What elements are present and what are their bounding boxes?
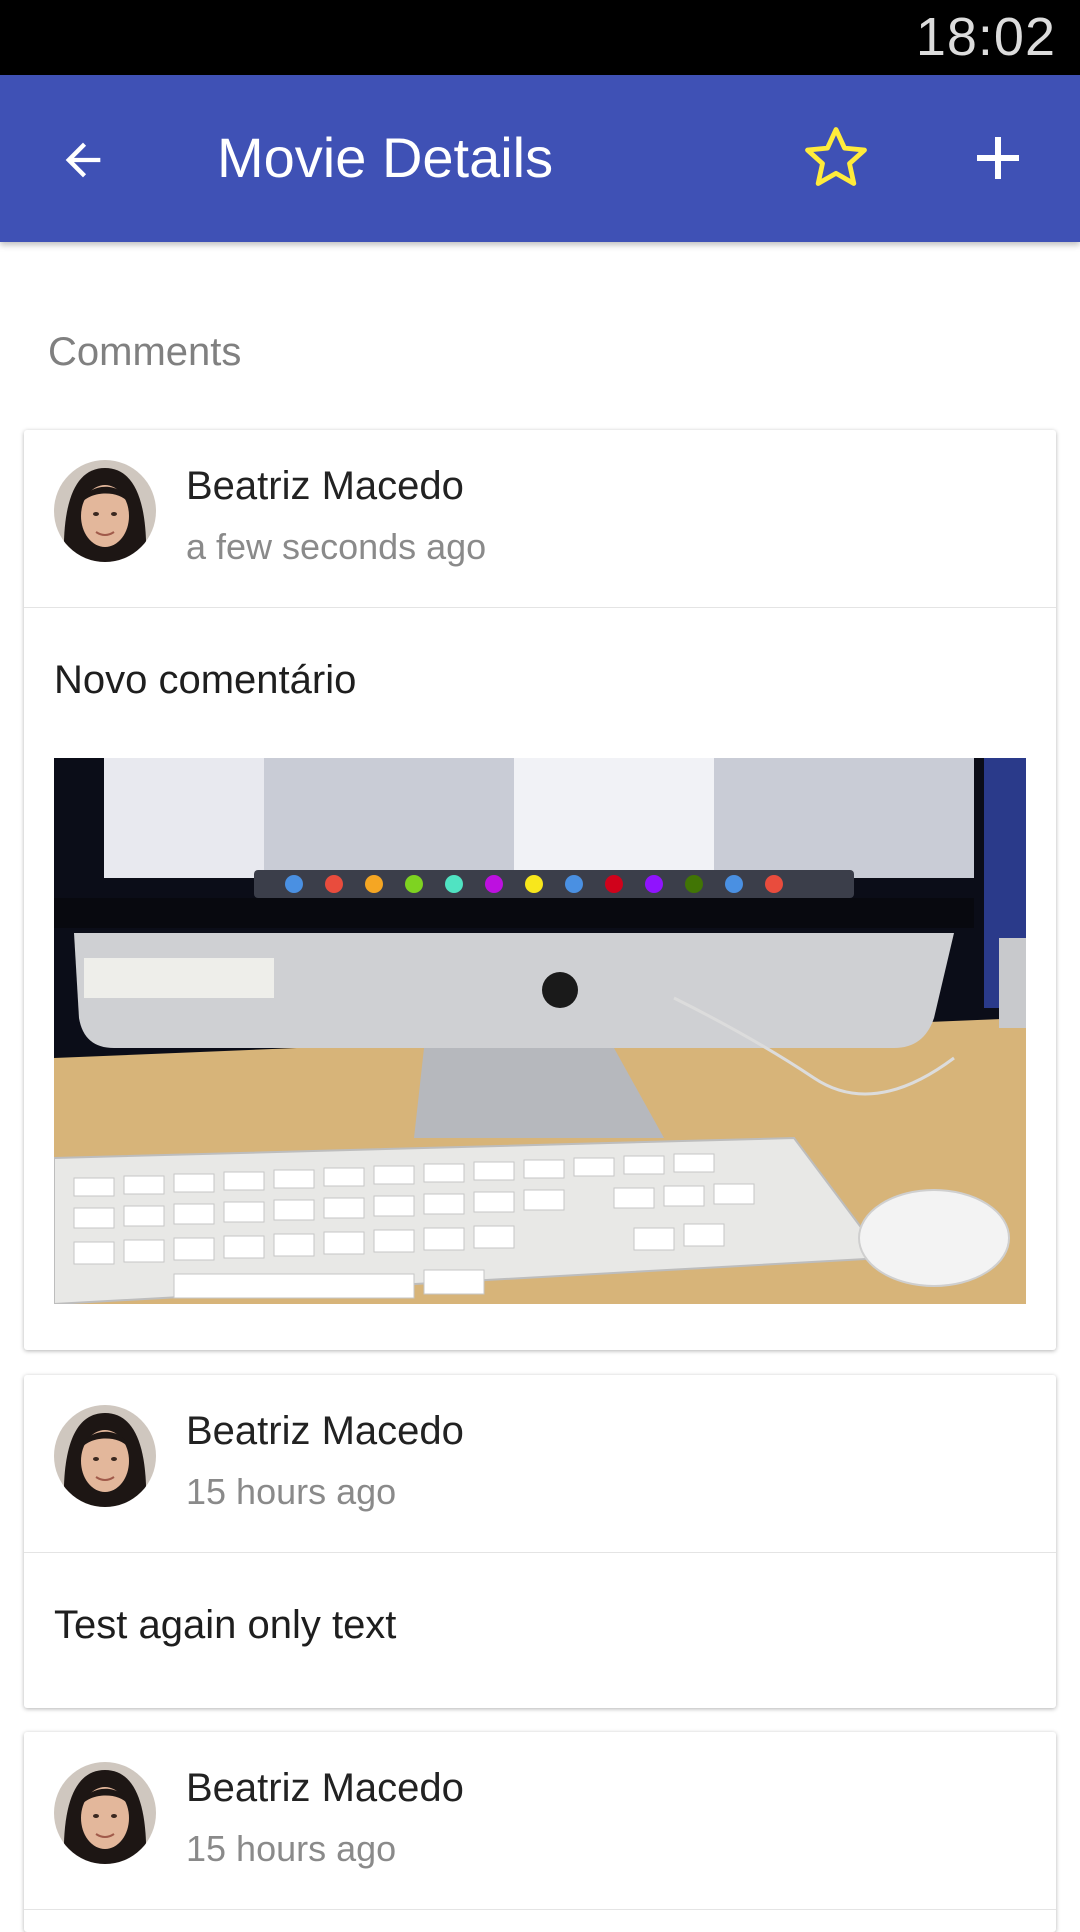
comment-author: Beatriz Macedo — [186, 1409, 464, 1453]
avatar[interactable] — [54, 1405, 156, 1507]
status-clock: 18:02 — [915, 7, 1056, 67]
plus-icon — [977, 137, 1019, 179]
avatar[interactable] — [54, 1762, 156, 1864]
comment-time: 15 hours ago — [186, 1828, 397, 1869]
comment-author: Beatriz Macedo — [186, 464, 464, 508]
comment-card: Beatriz Macedo 15 hours ago Test again o… — [24, 1375, 1056, 1708]
comment-author: Beatriz Macedo — [186, 1766, 464, 1810]
star-outline-icon — [805, 127, 867, 186]
back-button[interactable] — [50, 127, 116, 193]
favorite-button[interactable] — [800, 122, 872, 194]
comment-card: Beatriz Macedo 15 hours ago — [24, 1732, 1056, 1932]
comment-text: Test again only text — [54, 1603, 397, 1647]
app-bar: Movie Details — [0, 75, 1080, 242]
comment-header: Beatriz Macedo 15 hours ago — [24, 1375, 1056, 1553]
arrow-back-icon — [65, 142, 101, 178]
comment-body: Novo comentário — [24, 608, 1056, 1304]
comment-body: Test again only text — [24, 1553, 1056, 1649]
add-button[interactable] — [962, 122, 1034, 194]
comment-photo[interactable] — [54, 758, 1026, 1304]
comment-header: Beatriz Macedo a few seconds ago — [24, 430, 1056, 608]
comment-header: Beatriz Macedo 15 hours ago — [24, 1732, 1056, 1910]
page-title: Movie Details — [217, 126, 554, 189]
comment-text: Novo comentário — [54, 658, 357, 702]
comment-card: Beatriz Macedo a few seconds ago Novo co… — [24, 430, 1056, 1350]
comment-time: 15 hours ago — [186, 1471, 397, 1512]
comments-heading: Comments — [48, 330, 242, 374]
avatar[interactable] — [54, 460, 156, 562]
status-bar: 18:02 — [0, 0, 1080, 75]
comment-time: a few seconds ago — [186, 526, 487, 567]
